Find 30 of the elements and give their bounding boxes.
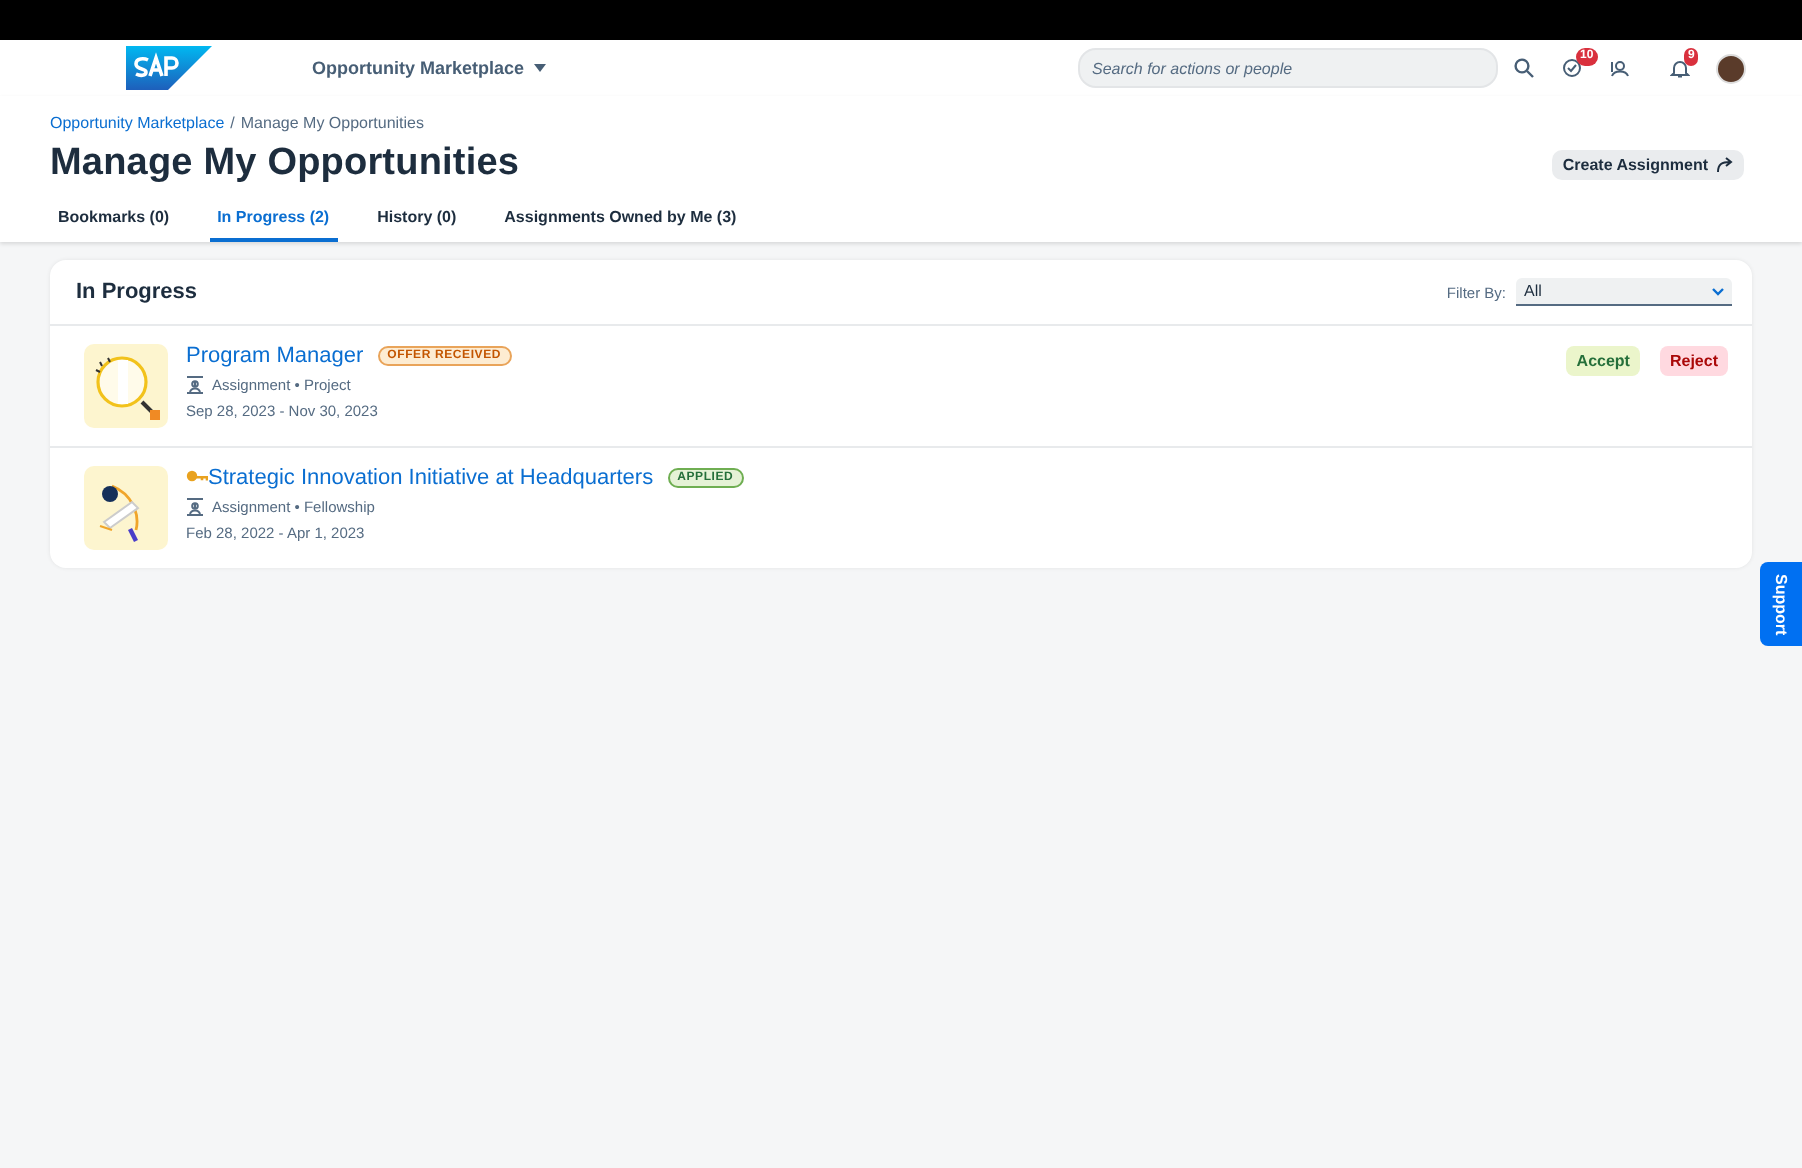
section-title: In Progress xyxy=(76,280,200,304)
reject-button[interactable]: Reject xyxy=(1659,346,1728,376)
tab[interactable]: In Progress (2) xyxy=(209,200,338,242)
page-title: Manage My Opportunities xyxy=(50,142,520,186)
people-icon[interactable] xyxy=(1610,58,1630,78)
opportunity-title-link[interactable]: Program Manager xyxy=(186,344,364,368)
todo-icon[interactable] xyxy=(1562,58,1582,78)
assignment-icon xyxy=(186,376,204,394)
app-menu[interactable]: Opportunity Marketplace xyxy=(312,58,547,78)
breadcrumb-link[interactable]: Opportunity Marketplace xyxy=(50,114,225,132)
assignment-icon xyxy=(186,498,204,516)
magnifier-illustration-icon xyxy=(84,344,168,428)
opportunity-title-link[interactable]: Strategic Innovation Initiative at Headquarters xyxy=(208,466,654,490)
filter-select[interactable]: All xyxy=(1516,278,1732,306)
search-icon[interactable] xyxy=(1514,58,1534,78)
tab[interactable]: History (0) xyxy=(369,200,465,242)
chevron-down-icon xyxy=(1712,287,1724,295)
accept-button[interactable]: Accept xyxy=(1566,346,1640,376)
sap-logo[interactable] xyxy=(126,46,212,90)
breadcrumb-current: Manage My Opportunities xyxy=(240,114,424,132)
share-arrow-icon xyxy=(1716,156,1734,172)
create-assignment-button[interactable]: Create Assignment xyxy=(1552,149,1744,179)
search-field[interactable]: Search for actions or people xyxy=(1078,48,1498,88)
support-tab[interactable]: Support xyxy=(1760,562,1802,646)
breadcrumb-separator: / xyxy=(230,114,235,132)
tab[interactable]: Assignments Owned by Me (3) xyxy=(496,200,745,242)
tab[interactable]: Bookmarks (0) xyxy=(50,200,178,242)
bell-icon[interactable] xyxy=(1670,58,1690,78)
caret-icon xyxy=(534,64,547,72)
avatar[interactable] xyxy=(1716,53,1746,83)
